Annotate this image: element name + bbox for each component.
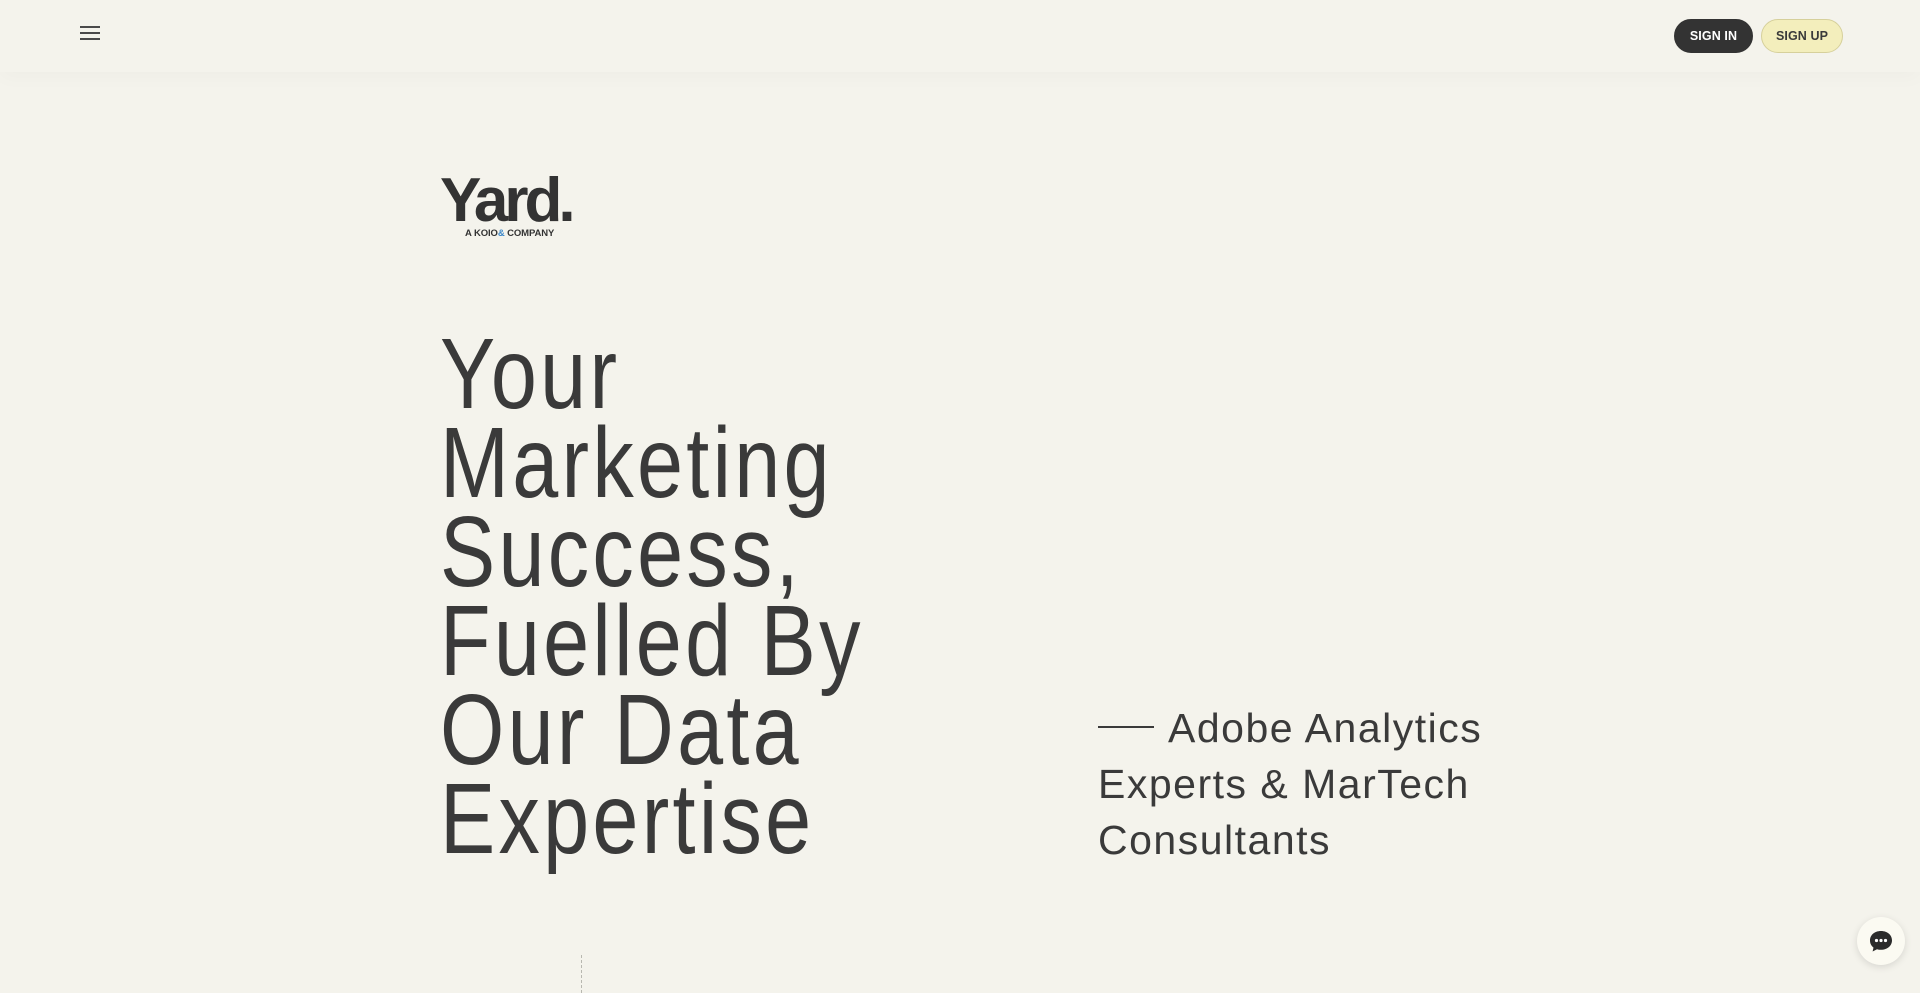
scroll-indicator-line — [581, 955, 582, 993]
yard-logo[interactable]: Yard. A KOIO& COMPANY — [440, 170, 576, 240]
tagline-line-3: Consultants — [1098, 817, 1332, 863]
logo-wordmark: Yard. — [440, 166, 576, 235]
hero-heading: Your Marketing Success, Fuelled By Our D… — [440, 318, 870, 875]
sign-in-button[interactable]: SIGN IN — [1674, 19, 1753, 53]
logo-subtitle: A KOIO& COMPANY — [465, 228, 555, 239]
hero-line: Fuelled By — [440, 585, 864, 697]
hero-line: Success, — [440, 496, 802, 608]
tagline-line-2: Experts & MarTech — [1098, 761, 1470, 807]
hero-line: Your — [440, 318, 621, 430]
tagline-dash — [1098, 726, 1154, 728]
site-header: SIGN IN SIGN UP — [0, 0, 1920, 72]
sign-up-button[interactable]: SIGN UP — [1761, 19, 1843, 53]
chat-bubble-icon — [1870, 931, 1892, 952]
hero-line: Expertise — [440, 763, 815, 875]
chat-button[interactable] — [1857, 917, 1905, 965]
hamburger-menu-icon[interactable] — [80, 24, 100, 42]
tagline-line-1: Adobe Analytics — [1168, 705, 1483, 751]
hero-line: Marketing — [440, 407, 833, 519]
hero-tagline: Adobe Analytics Experts & MarTech Consul… — [1098, 700, 1538, 868]
page: SIGN IN SIGN UP Yard. A KOIO& COMPANY Yo… — [0, 0, 1920, 993]
hero-line: Our Data — [440, 674, 802, 786]
